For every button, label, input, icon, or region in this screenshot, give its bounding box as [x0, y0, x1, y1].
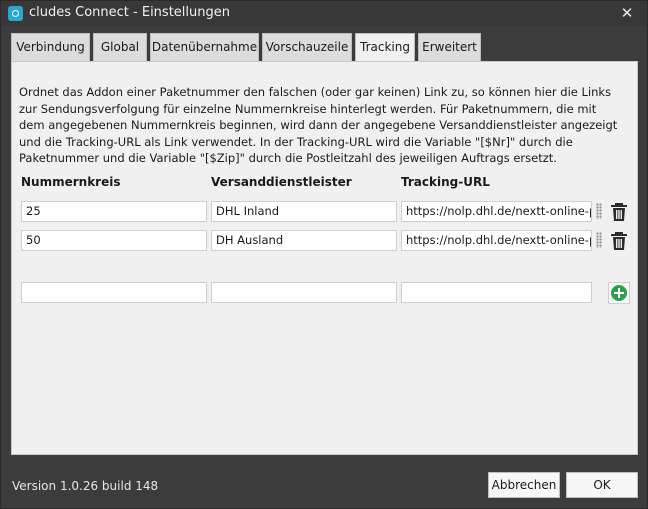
- new-range-input[interactable]: [21, 282, 207, 303]
- tab-tracking[interactable]: Tracking: [355, 33, 415, 62]
- tracking-description: Ordnet das Addon einer Paketnummer den f…: [19, 85, 618, 165]
- cancel-button[interactable]: Abbrechen: [488, 472, 560, 498]
- close-button[interactable]: ✕: [619, 4, 635, 22]
- drag-handle-icon[interactable]: [596, 232, 602, 248]
- drag-handle-icon[interactable]: [596, 203, 602, 219]
- tab-verbindung[interactable]: Verbindung: [11, 33, 90, 61]
- tracking-url-input[interactable]: https://nolp.dhl.de/nextt-online-pu: [401, 201, 592, 222]
- tab-erweitert[interactable]: Erweitert: [418, 33, 481, 61]
- new-tracking-url-input[interactable]: [401, 282, 592, 303]
- range-input[interactable]: 50: [21, 230, 207, 251]
- app-logo-icon: [8, 6, 23, 21]
- window-title: cludes Connect - Einstellungen: [29, 5, 230, 20]
- trash-icon[interactable]: [610, 202, 628, 222]
- new-carrier-input[interactable]: [211, 282, 397, 303]
- tab-global[interactable]: Global: [93, 33, 147, 61]
- title-bar: cludes Connect - Einstellungen ✕: [1, 1, 647, 26]
- dialog-footer: Version 1.0.26 build 148 Abbrechen OK: [1, 463, 647, 508]
- add-row-button[interactable]: [608, 282, 630, 304]
- trash-icon[interactable]: [610, 231, 628, 251]
- column-header-range: Nummernkreis: [21, 175, 121, 189]
- version-label: Version 1.0.26 build 148: [12, 479, 159, 493]
- tab-vorschauzeile[interactable]: Vorschauzeile: [262, 33, 352, 61]
- carrier-input[interactable]: DH Ausland: [211, 230, 397, 251]
- tracking-panel: Ordnet das Addon einer Paketnummer den f…: [11, 61, 638, 455]
- plus-circle-icon: [611, 285, 627, 301]
- carrier-input[interactable]: DHL Inland: [211, 201, 397, 222]
- column-header-carrier: Versanddienstleister: [211, 175, 352, 189]
- tracking-url-input[interactable]: https://nolp.dhl.de/nextt-online-pu: [401, 230, 592, 251]
- range-input[interactable]: 25: [21, 201, 207, 222]
- tab-datenuebernahme[interactable]: Datenübernahme: [150, 33, 259, 61]
- column-header-url: Tracking-URL: [401, 175, 490, 189]
- ok-button[interactable]: OK: [566, 472, 638, 498]
- settings-window: cludes Connect - Einstellungen ✕ Verbind…: [0, 0, 648, 509]
